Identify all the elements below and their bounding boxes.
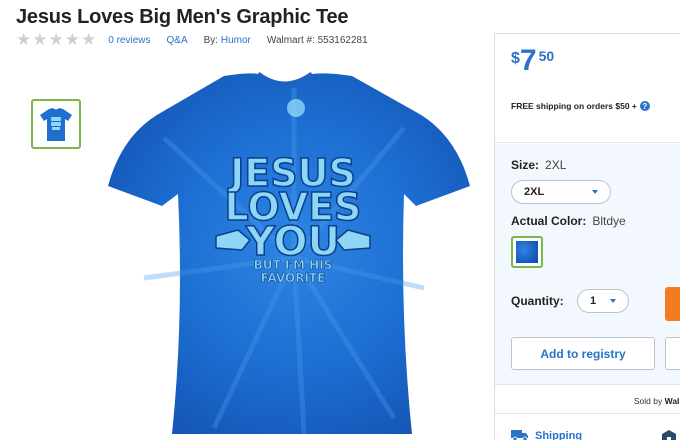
quantity-label-row: Quantity: (511, 294, 564, 308)
product-meta-row: ★ ★ ★ ★ ★ 0 reviews Q&A By: Humor Walmar… (16, 30, 384, 49)
price: $ 7 50 (511, 44, 554, 78)
brand-prefix: By: (203, 34, 219, 46)
size-label-row: Size: 2XL (511, 158, 566, 172)
walmart-number: Walmart #: 553162281 (266, 34, 368, 46)
star-icon: ★ (32, 30, 48, 49)
purchase-panel: $ 7 50 FREE shipping on orders $50 + ? S… (494, 33, 680, 440)
store-icon (662, 430, 676, 440)
price-currency: $ (511, 50, 520, 67)
quantity-label: Quantity: (511, 294, 564, 308)
seller-name[interactable]: Walmar (665, 396, 680, 406)
star-icon: ★ (16, 30, 32, 49)
product-options: Size: 2XL 2XL Actual Color: Bltdye Quantit… (495, 144, 680, 440)
size-select-value: 2XL (524, 186, 545, 198)
star-icon: ★ (64, 30, 80, 49)
product-title: Jesus Loves Big Men's Graphic Tee (16, 6, 349, 28)
chevron-down-icon (592, 190, 598, 194)
free-shipping-text: FREE shipping on orders $50 + (511, 101, 637, 111)
shirt-text-line: FAVORITE (261, 271, 326, 285)
color-label-row: Actual Color: Bltdye (511, 214, 626, 228)
color-label: Actual Color: (511, 214, 587, 228)
quantity-select[interactable]: 1 (577, 289, 629, 313)
t-shirt-image: JESUS LOVES YOU BUT I'M HIS FAVORITE (108, 71, 470, 435)
product-main-image[interactable]: JESUS LOVES YOU BUT I'M HIS FAVORITE (104, 68, 474, 440)
truck-icon (511, 430, 528, 440)
quantity-value: 1 (590, 295, 597, 307)
thumbnail-shirt-image (40, 108, 72, 141)
price-box: $ 7 50 FREE shipping on orders $50 + ? (495, 34, 680, 143)
color-current: Bltdye (592, 214, 626, 228)
size-current: 2XL (545, 158, 567, 172)
reviews-link[interactable]: 0 reviews (108, 35, 150, 46)
size-label: Size: (511, 158, 540, 172)
sold-by-prefix: Sold by (633, 396, 663, 406)
size-select[interactable]: 2XL (511, 180, 611, 204)
color-swatch-bltdye[interactable] (511, 236, 543, 268)
free-shipping-note: FREE shipping on orders $50 + ? (511, 101, 650, 111)
price-whole: 7 (519, 44, 537, 77)
product-thumbnail[interactable] (31, 99, 81, 149)
shipping-option-label[interactable]: Shipping (535, 430, 582, 440)
add-to-list-button[interactable] (665, 337, 680, 370)
star-rating[interactable]: ★ ★ ★ ★ ★ (16, 30, 97, 49)
question-icon[interactable]: ? (639, 101, 650, 111)
brand-byline: By: Humor (204, 35, 251, 46)
sold-by-row: Sold by Walmar (495, 384, 680, 414)
add-to-cart-button[interactable] (665, 287, 680, 321)
chevron-down-icon (610, 299, 616, 303)
swatch-fill (516, 241, 538, 263)
fulfillment-row: Shipping (495, 414, 680, 440)
price-cents: 50 (538, 48, 555, 64)
brand-link[interactable]: Humor (221, 35, 251, 46)
qa-link[interactable]: Q&A (167, 35, 188, 46)
add-to-registry-button[interactable]: Add to registry (511, 337, 655, 370)
star-icon: ★ (81, 30, 97, 49)
sold-by-text: Sold by Walmar (634, 396, 680, 406)
star-icon: ★ (48, 30, 64, 49)
shirt-text-line: BUT I'M HIS (254, 258, 333, 272)
